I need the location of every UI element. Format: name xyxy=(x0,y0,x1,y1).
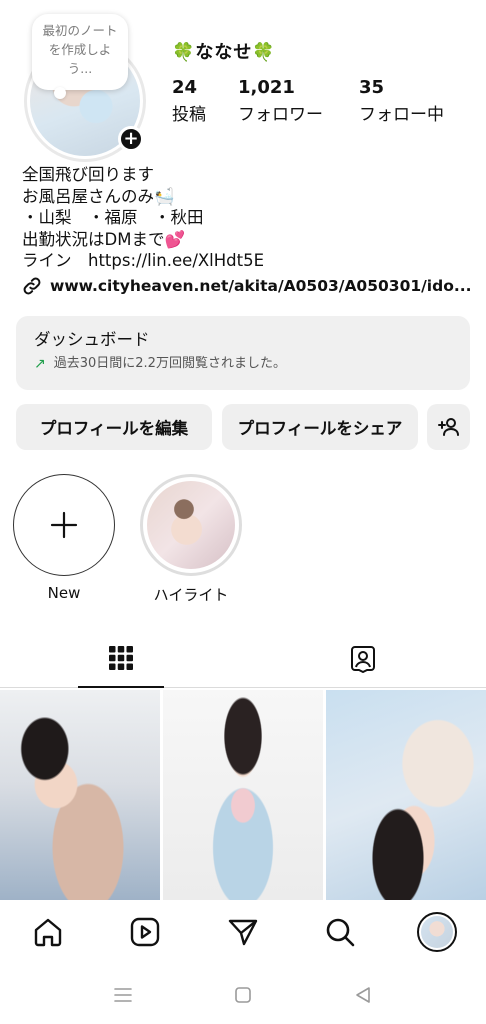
plus-icon xyxy=(50,511,78,539)
stat-following-label: フォロー中 xyxy=(359,105,444,125)
back-triangle-icon xyxy=(356,987,370,1003)
link-icon xyxy=(23,277,41,295)
nav-home[interactable] xyxy=(30,914,66,950)
edit-profile-label: プロフィールを編集 xyxy=(39,419,189,438)
tagged-person-icon xyxy=(351,646,375,673)
system-recents-button[interactable] xyxy=(112,984,134,1006)
stat-posts-value: 24 xyxy=(172,77,198,98)
home-icon xyxy=(34,918,62,947)
profile-stats: 24 投稿 1,021 フォロワー 35 フォロー中 xyxy=(172,76,472,132)
system-nav-bar xyxy=(0,966,486,1024)
nav-reels[interactable] xyxy=(127,914,163,950)
highlight-label: ハイライト xyxy=(153,586,229,604)
bottom-nav xyxy=(0,900,486,966)
stat-posts-label: 投稿 xyxy=(172,105,206,125)
username: 🍀ななせ🍀 xyxy=(172,42,276,63)
menu-icon xyxy=(114,988,132,1002)
send-icon xyxy=(228,919,258,946)
stat-posts[interactable]: 24 投稿 xyxy=(172,76,206,130)
highlight-cover xyxy=(140,474,242,576)
post-thumbnail[interactable] xyxy=(163,690,323,900)
search-icon xyxy=(326,918,355,947)
highlight-new-label: New xyxy=(47,584,81,602)
add-person-icon xyxy=(437,418,459,436)
profile-tabs xyxy=(0,630,486,688)
stat-followers[interactable]: 1,021 フォロワー xyxy=(238,76,323,130)
bio-line: ・山梨 ・福原 ・秋田 xyxy=(22,208,204,227)
add-story-plus-icon[interactable]: + xyxy=(118,126,144,152)
bio-line-line-url[interactable]: ライン https://lin.ee/XlHdt5E xyxy=(22,250,264,272)
stat-followers-value: 1,021 xyxy=(238,77,295,98)
nav-messages[interactable] xyxy=(225,914,261,950)
post-thumbnail[interactable] xyxy=(0,690,160,900)
share-profile-label: プロフィールをシェア xyxy=(237,419,403,438)
professional-dashboard[interactable]: ダッシュボード ↗ 過去30日間に2.2万回閲覧されました。 xyxy=(16,316,470,390)
grid-icon xyxy=(109,646,133,670)
edit-profile-button[interactable]: プロフィールを編集 xyxy=(16,404,212,450)
reels-icon xyxy=(130,917,160,947)
avatar-image xyxy=(421,916,453,948)
highlight-item[interactable]: ハイライト xyxy=(139,474,243,605)
profile-link-text: www.cityheaven.net/akita/A0503/A050301/i… xyxy=(50,277,472,295)
tab-posts-grid[interactable] xyxy=(78,630,164,688)
highlight-cover-image xyxy=(147,481,235,569)
dashboard-subtitle-row: ↗ 過去30日間に2.2万回閲覧されました。 xyxy=(34,352,452,376)
posts-grid xyxy=(0,690,486,900)
stat-following[interactable]: 35 フォロー中 xyxy=(359,76,444,130)
avatar xyxy=(417,912,457,952)
nav-search[interactable] xyxy=(322,914,358,950)
share-profile-button[interactable]: プロフィールをシェア xyxy=(222,404,418,450)
profile-link[interactable]: www.cityheaven.net/akita/A0503/A050301/i… xyxy=(22,276,472,296)
dashboard-subtitle: 過去30日間に2.2万回閲覧されました。 xyxy=(53,356,286,371)
highlight-new[interactable]: New xyxy=(12,474,116,602)
bio-line: お風呂屋さんのみ🛀 xyxy=(22,186,175,206)
bio: 全国飛び回りますお風呂屋さんのみ🛀 ・山梨 ・福原 ・秋田 出勤状況はDMまで💕 ライ… xyxy=(22,164,264,272)
dashboard-title: ダッシュボード xyxy=(34,330,150,349)
square-home-icon xyxy=(235,987,251,1003)
bio-line: 全国飛び回ります xyxy=(22,165,154,184)
system-home-button[interactable] xyxy=(232,984,254,1006)
bio-line: 出勤状況はDMまで💕 xyxy=(22,229,185,249)
system-back-button[interactable] xyxy=(352,984,374,1006)
highlight-new-circle xyxy=(13,474,115,576)
note-bubble[interactable]: 最初のノートを作成しよう... xyxy=(32,14,128,99)
discover-people-button[interactable] xyxy=(427,404,470,450)
trend-up-arrow-icon: ↗ xyxy=(34,356,46,372)
note-tail xyxy=(54,87,66,99)
nav-profile[interactable] xyxy=(417,912,457,952)
stat-following-value: 35 xyxy=(359,77,385,98)
note-text: 最初のノートを作成しよう... xyxy=(42,23,118,76)
post-thumbnail[interactable] xyxy=(326,690,486,900)
stat-followers-label: フォロワー xyxy=(238,105,323,125)
tab-tagged[interactable] xyxy=(320,630,406,688)
